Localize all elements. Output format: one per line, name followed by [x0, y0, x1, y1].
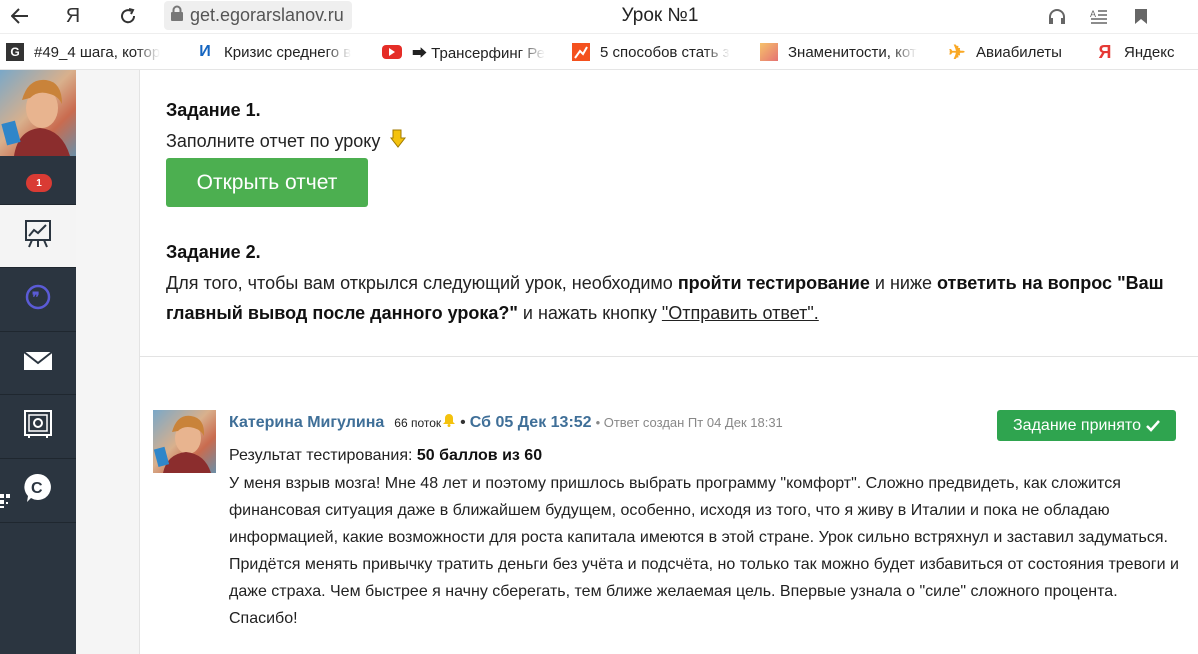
- user-avatar[interactable]: [0, 70, 76, 156]
- sidebar-spacer: [0, 522, 76, 654]
- task2-text: Для того, чтобы вам открылся следующий у…: [166, 268, 1166, 328]
- chat-bubble-icon: ❞: [24, 283, 52, 316]
- sidebar-item-safe[interactable]: [0, 394, 76, 457]
- svg-text:A: A: [1090, 9, 1096, 19]
- comment-date[interactable]: Сб 05 Дек 13:52: [470, 414, 592, 432]
- test-result: Результат тестирования: 50 баллов из 60: [229, 447, 542, 465]
- lesson-panel: Задание 1. Заполните отчет по уроку Откр…: [139, 70, 1198, 654]
- chart-icon: [572, 43, 590, 61]
- task2-bold-testing: пройти тестирование: [677, 273, 870, 293]
- notification-badge: 1: [26, 174, 52, 192]
- sidebar-item-messages[interactable]: ❞: [0, 267, 76, 330]
- sidebar-item-chat[interactable]: C: [0, 458, 76, 521]
- qr-code-icon[interactable]: [0, 494, 10, 508]
- browser-toolbar: Я get.egorarslanov.ru Урок №1 A: [0, 0, 1198, 34]
- safe-icon: [23, 409, 53, 444]
- open-report-button[interactable]: Открыть отчет: [166, 158, 368, 207]
- main-content: Задание 1. Заполните отчет по уроку Откр…: [76, 70, 1198, 654]
- back-arrow-icon[interactable]: [6, 3, 34, 29]
- comment-author-avatar[interactable]: [153, 410, 216, 473]
- bookmark-item[interactable]: ⮕ Трансерфинг Ре: [376, 34, 556, 70]
- test-result-value: 50 баллов из 60: [416, 447, 543, 464]
- plane-icon: ✈: [948, 41, 966, 64]
- section-divider: [140, 356, 1198, 357]
- task-accepted-button[interactable]: Задание принято: [997, 410, 1176, 441]
- task2-text-part: и нажать кнопку: [517, 303, 662, 323]
- sidebar-item-trainings[interactable]: [0, 204, 76, 267]
- task-accepted-label: Задание принято: [1013, 416, 1141, 434]
- test-result-label: Результат тестирования:: [229, 447, 417, 464]
- headphones-icon[interactable]: [1043, 3, 1071, 29]
- bookmark-item[interactable]: G #49_4 шага, котор: [0, 34, 178, 70]
- bookmark-label: #49_4 шага, котор: [34, 43, 161, 61]
- bookmark-item[interactable]: Я Яндекс: [1090, 34, 1190, 70]
- bookmark-item[interactable]: Знаменитости, кот: [754, 34, 932, 70]
- svg-text:❞: ❞: [32, 289, 40, 305]
- address-bar[interactable]: get.egorarslanov.ru: [164, 1, 352, 30]
- mail-icon: [23, 350, 53, 376]
- youtube-icon: [382, 45, 402, 59]
- lock-icon: [170, 5, 184, 27]
- bell-icon: [442, 413, 456, 432]
- bookmark-label: Авиабилеты: [976, 43, 1062, 61]
- reader-mode-icon[interactable]: A: [1085, 3, 1113, 29]
- g-icon: G: [6, 43, 24, 61]
- comment-author-name[interactable]: Катерина Мигулина: [229, 414, 384, 432]
- task2-text-part: и ниже: [869, 273, 937, 293]
- bookmarks-bar: G #49_4 шага, котор И Кризис среднего в …: [0, 34, 1198, 70]
- task1-title: Задание 1.: [166, 100, 261, 120]
- c-chat-icon: C: [23, 472, 53, 509]
- bookmark-item[interactable]: И Кризис среднего в: [190, 34, 366, 70]
- comment-header: Катерина Мигулина 66 поток • Сб 05 Дек 1…: [229, 413, 783, 432]
- bookmark-label: ⮕ Трансерфинг Ре: [412, 44, 545, 62]
- bookmark-item[interactable]: ✈ Авиабилеты: [942, 34, 1082, 70]
- task1-text: Заполните отчет по уроку: [166, 126, 407, 157]
- yandex-icon: Я: [1098, 41, 1112, 62]
- chart-board-icon: [24, 219, 52, 254]
- task2-title: Задание 2.: [166, 242, 261, 262]
- send-answer-link[interactable]: "Отправить ответ".: [662, 303, 819, 323]
- checkmark-icon: [1146, 419, 1160, 432]
- sidebar-item-mail[interactable]: [0, 331, 76, 394]
- comment-created: • Ответ создан Пт 04 Дек 18:31: [595, 415, 783, 430]
- header-separator: •: [460, 414, 466, 431]
- bookmark-icon[interactable]: [1127, 3, 1155, 29]
- photo-icon: [760, 43, 778, 61]
- yandex-logo-icon[interactable]: Я: [59, 3, 87, 29]
- bookmark-label: 5 способов стать з: [600, 43, 730, 61]
- task2-text-part: Для того, чтобы вам открылся следующий у…: [166, 273, 678, 293]
- bookmark-label: Знаменитости, кот: [788, 43, 917, 61]
- task1-description: Заполните отчет по уроку: [166, 131, 381, 151]
- bookmark-label: Кризис среднего в: [224, 43, 352, 61]
- app-sidebar: 1 ❞ C: [0, 70, 76, 654]
- stream-label: 66 поток: [394, 416, 442, 430]
- svg-text:C: C: [31, 480, 43, 497]
- bookmark-label: Яндекс: [1124, 43, 1175, 61]
- i-icon: И: [196, 43, 214, 61]
- reload-icon[interactable]: [114, 3, 142, 29]
- comment-body: У меня взрыв мозга! Мне 48 лет и поэтому…: [229, 475, 1179, 627]
- bookmark-item[interactable]: 5 способов стать з: [566, 34, 744, 70]
- page-title: Урок №1: [621, 5, 699, 26]
- url-text: get.egorarslanov.ru: [190, 5, 344, 25]
- pointing-down-icon: [389, 127, 407, 157]
